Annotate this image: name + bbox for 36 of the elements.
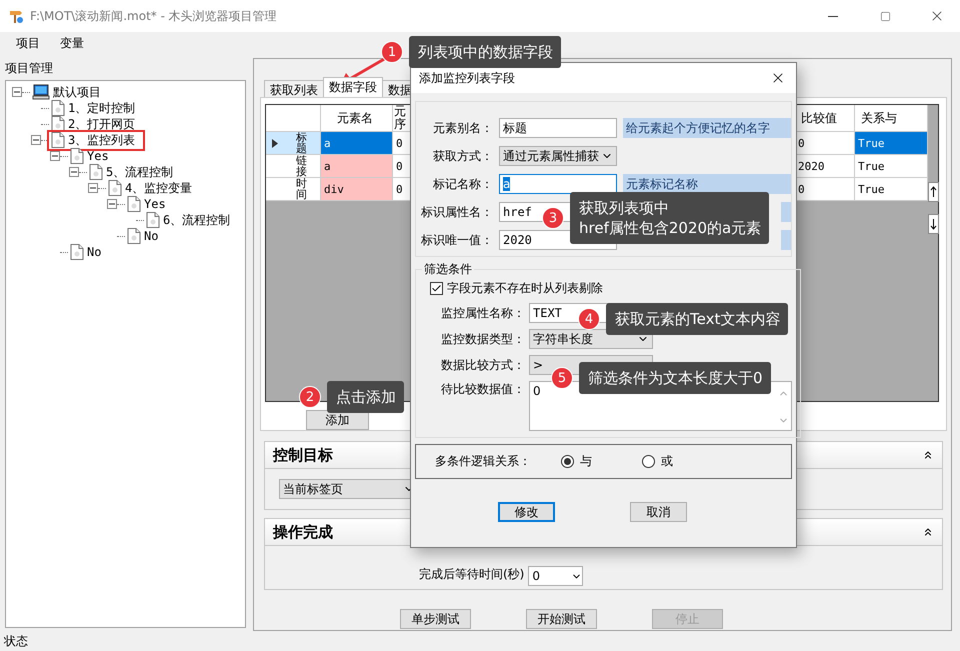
radio-label: 与: [580, 453, 592, 470]
field-label: 标记名称：: [432, 176, 493, 192]
field-label: 标识唯一值：: [420, 232, 493, 248]
field-label: 多条件逻辑关系：: [435, 453, 531, 470]
field-label: 监控属性名称：: [440, 304, 525, 322]
field-label: 监控数据类型：: [440, 330, 525, 348]
panel-title: 项目管理: [5, 60, 54, 77]
radio-label: 或: [661, 453, 673, 470]
callout-tooltip: 筛选条件为文本长度大于0: [579, 362, 771, 394]
table-cell: div: [321, 178, 393, 201]
window-title: F:\MOT\滚动新闻.mot* - 木头浏览器项目管理: [30, 8, 278, 24]
callout-tooltip: 列表项中的数据字段: [409, 36, 561, 68]
callout-tooltip: 点击添加: [327, 381, 404, 413]
table-cell: True: [855, 132, 928, 155]
checkbox-label: 字段元素不存在时从列表剔除: [447, 280, 603, 297]
section-title: 操作完成: [273, 522, 333, 542]
field-hint: 给元素起个方便记忆的名字: [623, 118, 791, 138]
callout-tooltip: 获取列表项中 href属性包含2020的a元素: [570, 192, 770, 244]
table-cell: True: [855, 178, 928, 201]
status-text: 状态: [4, 633, 28, 650]
table-cell: a: [321, 155, 393, 178]
table-cell: 0: [795, 178, 855, 201]
field-label: 数据比较方式：: [440, 356, 525, 374]
section-title: 控制目标: [273, 446, 333, 464]
table-cell: a: [321, 132, 393, 155]
table-cell: 0: [795, 132, 855, 155]
callout-tooltip: 获取元素的Text文本内容: [606, 303, 788, 335]
table-cell: 2020: [795, 155, 855, 178]
dialog-title: 添加监控列表字段: [419, 70, 515, 86]
field-label: 待比较数据值：: [440, 381, 525, 398]
group-title: 筛选条件: [423, 261, 473, 278]
field-hint: 元素标记名称: [623, 174, 791, 194]
field-label: 标识属性名：: [420, 204, 493, 220]
wait-time-label: 完成后等待时间(秒): [419, 566, 524, 583]
step-number: 1: [381, 41, 403, 63]
table-cell: True: [855, 155, 928, 178]
